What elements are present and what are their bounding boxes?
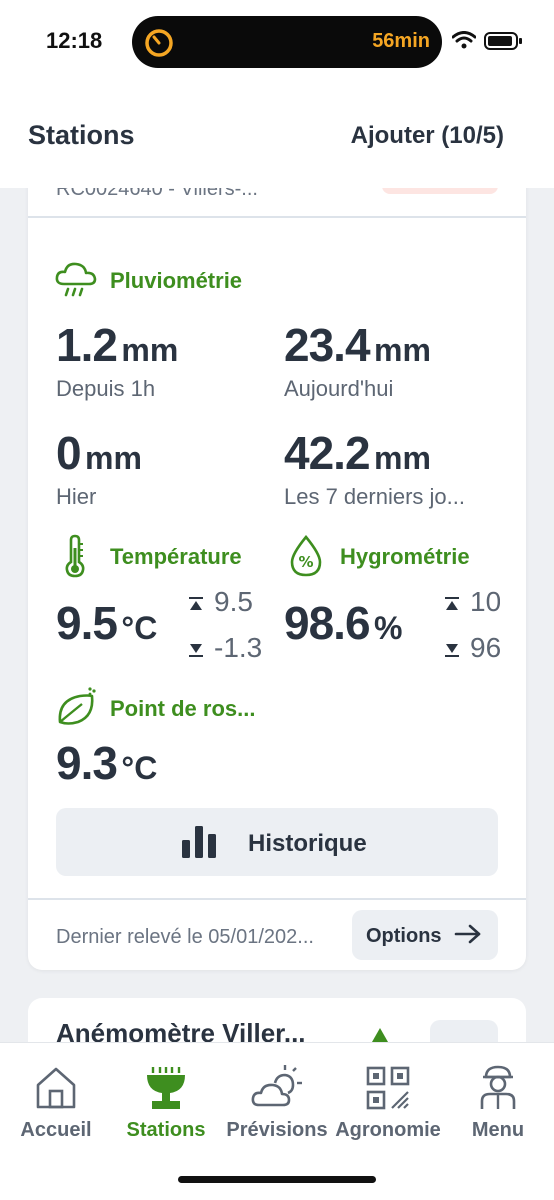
- svg-text:%: %: [298, 553, 313, 571]
- nav-label: Agronomie: [335, 1119, 441, 1141]
- min-arrow-icon: [445, 643, 459, 657]
- temperature-value: 9.5 °C: [56, 597, 158, 649]
- nav-label: Menu: [471, 1119, 525, 1141]
- status-bar: 12:18 56min: [0, 0, 554, 84]
- home-icon: [36, 1067, 76, 1109]
- rain-today-label: Aujourd'hui: [284, 376, 394, 401]
- bar-chart-icon: [182, 826, 216, 858]
- add-station-button[interactable]: Ajouter (10/5): [351, 122, 504, 150]
- humidity-max: 10: [444, 586, 500, 618]
- nav-item-accueil[interactable]: Accueil: [18, 1065, 94, 1142]
- card-footer-divider: [28, 898, 526, 900]
- options-button-label: Options: [366, 925, 442, 947]
- dynamic-island[interactable]: 56min: [132, 16, 442, 68]
- page-title: Stations: [28, 120, 135, 150]
- timer-icon: [145, 29, 173, 57]
- timer-remaining: 56min: [372, 30, 430, 52]
- rain-yesterday-value: 0 mm: [56, 427, 142, 479]
- nav-label: Prévisions: [226, 1119, 328, 1141]
- rainfall-title: Pluviométrie: [110, 268, 243, 293]
- rain-cloud-icon: [55, 262, 97, 297]
- rain-7days-label: Les 7 derniers jo...: [284, 484, 465, 509]
- rain-today-value: 23.4 mm: [284, 319, 431, 371]
- rain-1h-value: 1.2 mm: [56, 319, 179, 371]
- wifi-icon: [452, 31, 476, 49]
- user-menu-icon: [480, 1065, 516, 1109]
- options-button[interactable]: Options: [352, 910, 498, 960]
- station-card: RC0024640 - Villers-... Pluviométrie 1.2…: [28, 150, 526, 970]
- rain-7days-value: 42.2 mm: [284, 427, 431, 479]
- dew-point-value: 9.3 °C: [56, 737, 158, 789]
- history-button-label: Historique: [248, 830, 367, 857]
- nav-item-agronomie[interactable]: Agronomie: [332, 1065, 444, 1142]
- nav-label: Stations: [126, 1119, 206, 1141]
- nav-item-stations[interactable]: Stations: [120, 1065, 212, 1142]
- humidity-drop-icon: %: [290, 534, 322, 577]
- home-indicator[interactable]: [178, 1176, 376, 1183]
- history-button[interactable]: Historique: [56, 808, 498, 876]
- weather-forecast-icon: [251, 1065, 302, 1107]
- thermometer-icon: [65, 534, 85, 578]
- card-divider: [28, 216, 526, 218]
- rain-1h-label: Depuis 1h: [56, 376, 156, 401]
- rain-yesterday-label: Hier: [56, 484, 97, 509]
- nav-item-previsions[interactable]: Prévisions: [226, 1065, 328, 1142]
- humidity-title: Hygrométrie: [340, 544, 470, 569]
- nav-label: Accueil: [20, 1119, 92, 1141]
- humidity-min: 96: [444, 632, 500, 664]
- humidity-value: 98.6 %: [284, 597, 403, 649]
- station-icon: [147, 1067, 185, 1109]
- nav-item-menu[interactable]: Menu: [462, 1065, 534, 1142]
- qr-grid-icon: [366, 1066, 410, 1110]
- battery-icon: [484, 32, 522, 50]
- temperature-min: -1.3: [188, 632, 278, 664]
- page-header: Stations Ajouter (10/5): [0, 84, 554, 188]
- last-reading-text: Dernier relevé le 05/01/202...: [56, 926, 314, 948]
- dew-point-title: Point de ros...: [110, 696, 256, 721]
- temperature-title: Température: [110, 544, 242, 569]
- max-arrow-icon: [445, 596, 459, 610]
- up-arrow-icon: [372, 1028, 388, 1042]
- min-arrow-icon: [189, 643, 203, 657]
- status-time: 12:18: [46, 28, 103, 53]
- temperature-max: 9.5: [188, 586, 278, 618]
- arrow-right-icon: [454, 924, 481, 944]
- max-arrow-icon: [189, 596, 203, 610]
- leaf-dew-icon: [58, 687, 96, 725]
